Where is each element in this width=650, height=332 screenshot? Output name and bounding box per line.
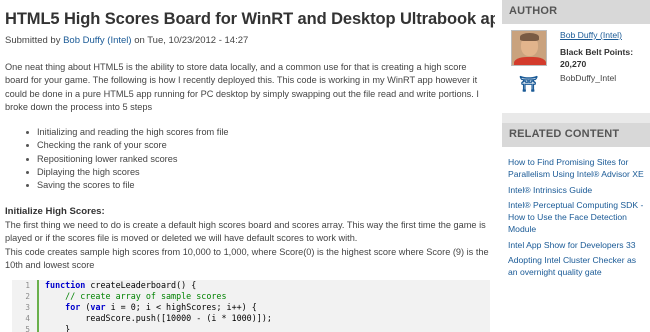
section-body-line: The first thing we need to do is create … [5, 220, 486, 244]
code-line: function createLeaderboard() { [45, 280, 272, 291]
username: BobDuffy_Intel [560, 73, 617, 83]
section-body-line: This code creates sample high scores fro… [5, 246, 489, 270]
code-keyword: function [45, 280, 86, 290]
list-item: Checking the rank of your score [26, 139, 229, 152]
related-link[interactable]: Intel® Intrinsics Guide [508, 184, 646, 196]
code-text: i = 0; i < highScores; i++) { [105, 302, 257, 312]
line-number: 2 [25, 292, 30, 301]
code-keyword: var [90, 302, 106, 312]
related-link[interactable]: How to Find Promising Sites for Parallel… [508, 156, 646, 181]
code-block[interactable]: 1 2 3 4 5 function createLeaderboard() {… [12, 280, 490, 332]
code-comment: // create array of sample scores [45, 291, 227, 301]
section-body: The first thing we need to do is create … [5, 219, 489, 272]
code-gutter-bar [37, 280, 39, 332]
related-link[interactable]: Intel® Perceptual Computing SDK - How to… [508, 199, 646, 236]
code-line: readScore.push([10000 - (i * 1000)]); [45, 313, 272, 324]
submitted-date: on Tue, 10/23/2012 - 14:27 [131, 35, 249, 46]
code-text: } [45, 324, 71, 332]
code-keyword: for [65, 302, 81, 312]
related-link[interactable]: Adopting Intel Cluster Checker as an ove… [508, 254, 646, 279]
code-line: } [45, 324, 272, 332]
avatar-shirt [514, 57, 546, 65]
code-text: readScore.push([10000 - (i * 1000)]); [45, 313, 272, 323]
author-box-title: AUTHOR [502, 0, 650, 24]
code-lines: function createLeaderboard() { // create… [45, 280, 272, 332]
list-item: Initializing and reading the high scores… [26, 126, 229, 139]
related-link[interactable]: Intel App Show for Developers 33 [508, 239, 646, 251]
code-line: for (var i = 0; i < highScores; i++) { [45, 302, 272, 313]
list-item: Saving the scores to file [26, 179, 229, 192]
related-box-title: RELATED CONTENT [502, 123, 650, 147]
intro-paragraph: One neat thing about HTML5 is the abilit… [5, 62, 479, 112]
list-item: Diplaying the high scores [26, 166, 229, 179]
line-number-gutter: 1 2 3 4 5 [12, 280, 34, 332]
line-number: 4 [25, 314, 30, 323]
author-box: ⛩ Bob Duffy (Intel) Black Belt Points: 2… [502, 24, 650, 113]
related-list: How to Find Promising Sites for Parallel… [508, 156, 646, 282]
related-content-box: How to Find Promising Sites for Parallel… [502, 147, 650, 332]
steps-list: Initializing and reading the high scores… [26, 126, 229, 192]
points-value: 20,270 [560, 59, 587, 69]
points-label: Black Belt Points: [560, 47, 634, 57]
code-text: ( [80, 302, 91, 312]
avatar[interactable] [511, 30, 547, 66]
section-heading: Initialize High Scores: [5, 206, 105, 217]
submitted-line: Submitted by Bob Duffy (Intel) on Tue, 1… [5, 35, 248, 46]
page-title: HTML5 High Scores Board for WinRT and De… [5, 10, 495, 28]
avatar-hair [520, 33, 539, 41]
line-number: 1 [25, 281, 30, 290]
article: HTML5 High Scores Board for WinRT and De… [5, 0, 495, 332]
black-belt-icon: ⛩ [519, 75, 539, 93]
code-line: // create array of sample scores [45, 291, 272, 302]
line-number: 5 [25, 325, 30, 332]
submitted-prefix: Submitted by [5, 35, 64, 46]
author-link[interactable]: Bob Duffy (Intel) [63, 35, 131, 46]
sidebar-author-link[interactable]: Bob Duffy (Intel) [560, 30, 622, 40]
sidebar: AUTHOR ⛩ Bob Duffy (Intel) Black Belt Po… [502, 0, 650, 332]
code-text: createLeaderboard() { [85, 280, 197, 290]
line-number: 3 [25, 303, 30, 312]
list-item: Repositioning lower ranked scores [26, 153, 229, 166]
